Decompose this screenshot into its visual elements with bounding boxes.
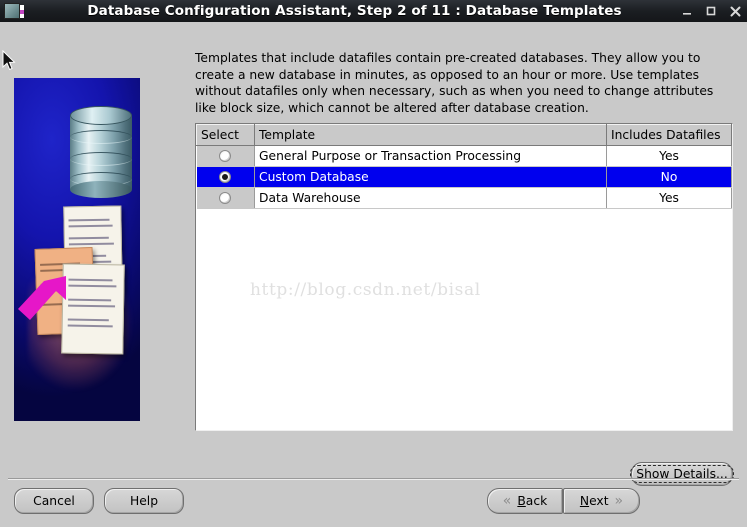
templates-table: Select Template Includes Datafiles Gener… [196, 124, 732, 209]
database-app-icon [4, 3, 24, 19]
magenta-arrow-icon [18, 276, 66, 320]
row-includes-datafiles: Yes [606, 145, 732, 167]
back-label: Back [517, 494, 548, 508]
row-radio-cell[interactable] [196, 166, 255, 188]
next-button[interactable]: Next » [563, 488, 640, 514]
footer-separator [8, 478, 739, 480]
templates-table-panel: Select Template Includes Datafiles Gener… [195, 123, 733, 431]
help-label: Help [129, 494, 159, 508]
row-radio-cell[interactable] [196, 187, 255, 209]
row-radio-cell[interactable] [196, 145, 255, 167]
radio-button-data-warehouse[interactable] [219, 192, 232, 204]
maximize-button[interactable] [699, 0, 723, 22]
title-bar: Database Configuration Assistant, Step 2… [0, 0, 747, 22]
cancel-button[interactable]: Cancel [14, 488, 94, 514]
database-cylinder-icon [70, 106, 132, 198]
navigation-button-group: « Back Next » [487, 488, 640, 514]
close-button[interactable] [723, 0, 747, 22]
chevron-right-icon: » [614, 493, 624, 509]
table-header-row: Select Template Includes Datafiles [196, 124, 732, 146]
radio-button-custom-database[interactable] [219, 171, 232, 183]
row-template-name: Data Warehouse [254, 187, 607, 209]
window-title: Database Configuration Assistant, Step 2… [87, 3, 622, 19]
help-button[interactable]: Help [104, 488, 184, 514]
chevron-left-icon: « [502, 493, 512, 509]
dialog-window: Database Configuration Assistant, Step 2… [0, 0, 747, 527]
row-includes-datafiles: Yes [606, 187, 732, 209]
show-details-button[interactable]: Show Details... [630, 462, 734, 486]
cancel-label: Cancel [33, 494, 75, 508]
show-details-label: Show Details... [630, 465, 734, 483]
wizard-side-graphic [14, 78, 140, 421]
dialog-body: Templates that include datafiles contain… [0, 22, 747, 527]
row-template-name: General Purpose or Transaction Processin… [254, 145, 607, 167]
description-text: Templates that include datafiles contain… [195, 51, 714, 115]
table-row[interactable]: Data Warehouse Yes [196, 187, 732, 209]
column-header-select[interactable]: Select [196, 124, 255, 146]
column-header-template[interactable]: Template [254, 124, 607, 146]
table-row[interactable]: Custom Database No [196, 166, 732, 188]
row-template-name: Custom Database [254, 166, 607, 188]
table-row[interactable]: General Purpose or Transaction Processin… [196, 145, 732, 167]
document-sheet-front [61, 263, 125, 355]
row-includes-datafiles: No [606, 166, 732, 188]
mouse-cursor [2, 50, 16, 71]
back-button[interactable]: « Back [487, 488, 563, 514]
column-header-includes-datafiles[interactable]: Includes Datafiles [606, 124, 732, 146]
minimize-button[interactable] [675, 0, 699, 22]
radio-button-general-purpose[interactable] [219, 150, 232, 162]
next-label: Next [579, 494, 609, 508]
